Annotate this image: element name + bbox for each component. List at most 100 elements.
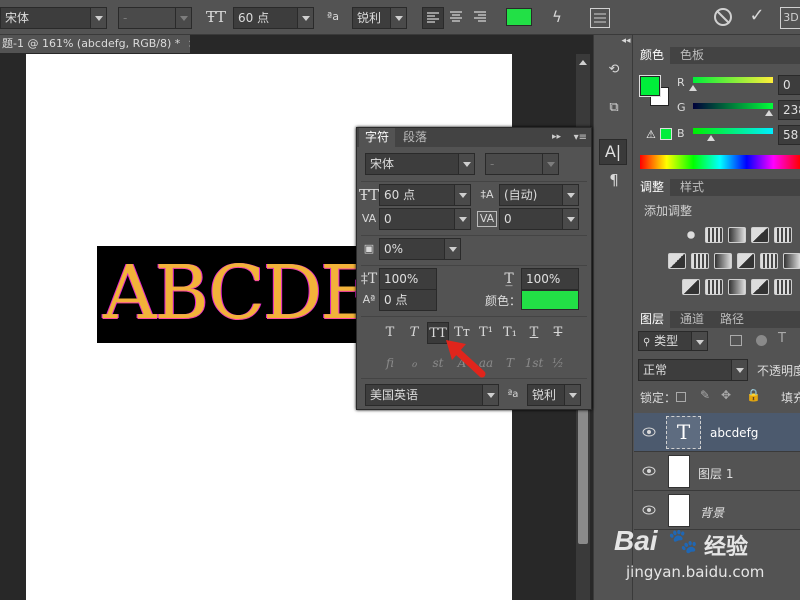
kerning-select[interactable]: 0 xyxy=(379,208,471,230)
filter-pixel-icon[interactable] xyxy=(730,335,742,346)
close-tab-icon[interactable]: × xyxy=(188,37,190,50)
horizontal-scale-field[interactable]: 100% xyxy=(521,268,579,290)
tab-paths[interactable]: 路径 xyxy=(714,311,750,328)
align-center-button[interactable] xyxy=(446,7,468,29)
character-panel-icon[interactable]: A| xyxy=(599,139,627,165)
cancel-icon[interactable] xyxy=(714,8,732,26)
font-family-select[interactable]: 宋体 xyxy=(0,7,107,29)
g-slider[interactable] xyxy=(693,103,773,109)
align-right-button[interactable] xyxy=(470,7,492,29)
commit-check-icon[interactable]: ✓ xyxy=(745,5,769,27)
strikethrough-button[interactable]: T xyxy=(547,322,569,344)
eye-icon[interactable] xyxy=(642,503,656,517)
g-slider-handle[interactable] xyxy=(765,110,773,116)
channel-mixer-icon[interactable] xyxy=(760,253,778,269)
anti-alias-select[interactable]: 锐利 xyxy=(352,7,407,29)
text-color-swatch[interactable] xyxy=(506,8,532,26)
paragraph-panel-icon[interactable]: ¶ xyxy=(602,169,626,191)
layer-row[interactable]: 图层 1 xyxy=(634,452,800,491)
foreground-color-swatch[interactable] xyxy=(639,75,661,97)
lock-pixels-icon[interactable] xyxy=(676,392,686,402)
levels-icon[interactable] xyxy=(705,227,723,243)
standard-ligatures-button[interactable]: fi xyxy=(379,352,401,374)
layer-name[interactable]: abcdefg xyxy=(710,426,758,440)
text-layer-preview[interactable]: ABCDEF xyxy=(97,246,359,343)
char-font-family-select[interactable]: 宋体 xyxy=(365,153,475,175)
gradient-map-icon[interactable] xyxy=(751,279,769,295)
char-font-size-select[interactable]: 60 点 xyxy=(379,184,471,206)
baseline-shift-field[interactable]: 0 点 xyxy=(379,289,437,311)
char-font-style-select[interactable]: - xyxy=(485,153,559,175)
faux-italic-button[interactable]: T xyxy=(403,322,425,344)
faux-bold-button[interactable]: T xyxy=(379,322,401,344)
document-tab[interactable]: 题-1 @ 161% (abcdefg, RGB/8) * × xyxy=(0,35,190,53)
photo-filter-icon[interactable] xyxy=(737,253,755,269)
r-slider[interactable] xyxy=(693,77,773,83)
tracking-select[interactable]: 0 xyxy=(499,208,579,230)
layer-name[interactable]: 背景 xyxy=(700,504,724,521)
eye-icon[interactable] xyxy=(642,464,656,478)
tab-layers[interactable]: 图层 xyxy=(634,311,671,328)
font-size-select[interactable]: 60 点 xyxy=(233,7,314,29)
history-icon[interactable]: ⟲ xyxy=(602,59,626,81)
leading-select[interactable]: (自动) xyxy=(499,184,579,206)
brightness-icon[interactable] xyxy=(682,227,700,243)
panel-menu-icon[interactable]: ▾≡ xyxy=(574,128,587,147)
panel-collapse-icon[interactable]: ▸▸ xyxy=(552,128,561,147)
filter-adjustment-icon[interactable] xyxy=(756,335,767,346)
toggle-panels-button[interactable] xyxy=(590,8,610,28)
tab-styles[interactable]: 样式 xyxy=(674,179,710,196)
threshold-icon[interactable] xyxy=(728,279,746,295)
subscript-button[interactable]: T₁ xyxy=(499,322,521,344)
filter-type-icon[interactable]: T xyxy=(778,331,786,346)
web-safe-color-swatch[interactable] xyxy=(660,128,672,140)
curves-icon[interactable] xyxy=(728,227,746,243)
lock-position-icon[interactable]: ✥ xyxy=(721,388,731,402)
b-value-field[interactable]: 58 xyxy=(778,125,800,145)
properties-icon[interactable]: ⧉ xyxy=(602,97,626,119)
font-style-select[interactable]: - xyxy=(118,7,192,29)
contextual-alternates-button[interactable]: ℴ xyxy=(403,352,425,374)
color-spectrum-bar[interactable] xyxy=(640,155,800,169)
char-anti-alias-select[interactable]: 锐利 xyxy=(527,384,581,406)
exposure-icon[interactable] xyxy=(751,227,769,243)
panel-3d-button[interactable]: 3D xyxy=(780,7,800,29)
align-left-button[interactable] xyxy=(422,7,444,29)
scroll-thumb[interactable] xyxy=(578,394,588,544)
layer-name[interactable]: 图层 1 xyxy=(698,465,733,482)
black-white-icon[interactable] xyxy=(714,253,732,269)
fractions-button[interactable]: ½ xyxy=(547,352,569,374)
b-slider[interactable] xyxy=(693,128,773,134)
titling-alternates-button[interactable]: T xyxy=(499,352,521,374)
char-color-swatch[interactable] xyxy=(521,290,579,310)
blend-mode-select[interactable]: 正常 xyxy=(638,359,748,381)
b-slider-handle[interactable] xyxy=(707,135,715,141)
lock-paint-icon[interactable]: ✎ xyxy=(700,388,710,402)
tab-swatches[interactable]: 色板 xyxy=(674,47,710,64)
tsume-select[interactable]: 0% xyxy=(379,238,461,260)
vibrance-icon[interactable] xyxy=(774,227,792,243)
posterize-icon[interactable] xyxy=(705,279,723,295)
invert-icon[interactable] xyxy=(682,279,700,295)
selective-color-icon[interactable] xyxy=(774,279,792,295)
tab-color[interactable]: 颜色 xyxy=(634,47,671,64)
warp-text-icon[interactable]: ϟ xyxy=(545,6,569,28)
lock-all-icon[interactable]: 🔒 xyxy=(746,388,761,402)
layer-filter-select[interactable]: ⚲ 类型 xyxy=(638,331,708,351)
r-value-field[interactable]: 0 xyxy=(778,75,800,95)
g-value-field[interactable]: 238 xyxy=(778,100,800,120)
tab-adjustments[interactable]: 调整 xyxy=(634,179,671,196)
eye-icon[interactable] xyxy=(642,425,656,439)
language-select[interactable]: 美国英语 xyxy=(365,384,499,406)
color-lookup-icon[interactable] xyxy=(783,253,800,269)
tab-channels[interactable]: 通道 xyxy=(674,311,710,328)
tab-character[interactable]: 字符 xyxy=(359,128,396,147)
collapse-icon[interactable]: ◂◂ xyxy=(620,35,632,47)
underline-button[interactable]: T xyxy=(523,322,545,344)
ordinals-button[interactable]: 1st xyxy=(523,352,545,374)
tab-paragraph[interactable]: 段落 xyxy=(397,128,433,147)
vertical-scale-field[interactable]: 100% xyxy=(379,268,437,290)
hue-saturation-icon[interactable] xyxy=(668,253,686,269)
color-balance-icon[interactable] xyxy=(691,253,709,269)
r-slider-handle[interactable] xyxy=(689,85,697,91)
